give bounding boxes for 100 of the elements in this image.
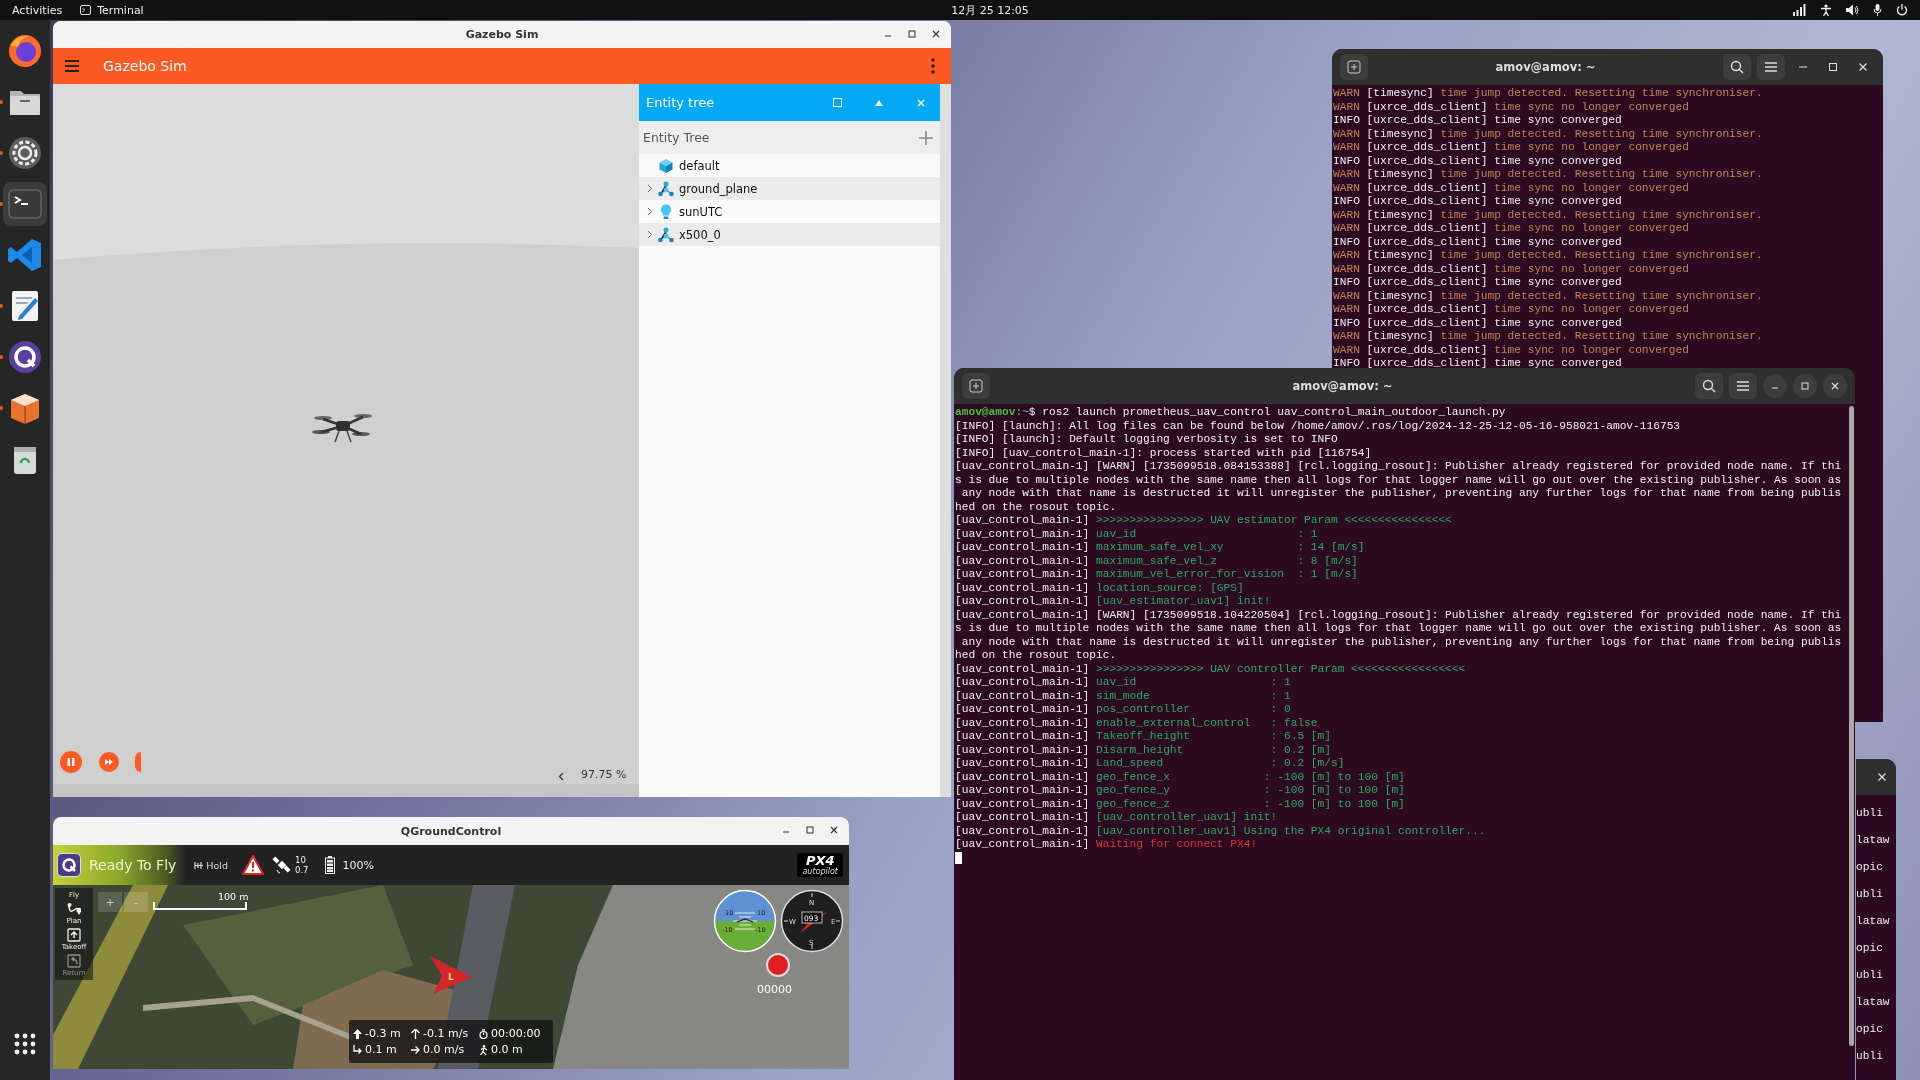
status-text: Ready To Fly [89, 857, 177, 873]
network-icon[interactable] [1793, 4, 1806, 16]
terminal-line: [uav_control_main-1] Takeoff_height : 6.5 [m] [955, 730, 1332, 744]
window-title: QGroundControl [400, 824, 502, 838]
chevron-icon[interactable] [647, 207, 653, 216]
stopwatch-icon [479, 1028, 488, 1039]
maximize-icon [907, 29, 917, 39]
app-title: Gazebo Sim [103, 58, 188, 74]
terminal-icon [7, 186, 43, 222]
close-icon [1877, 772, 1887, 782]
zoom-in-button[interactable]: + [98, 892, 122, 912]
kebab-icon [931, 58, 935, 74]
search-button[interactable] [1723, 54, 1751, 80]
terminal-line: opic [1856, 941, 1884, 956]
terminal-line: [uav_control_main-1] >>>>>>>>>>>>>>>> UAV controller Param <<<<<<<<<<<<<<<<< [955, 662, 1467, 676]
terminal-line: [uav_control_main-1] geo_fence_y : -100 [m] to 100 [m] [955, 784, 1406, 798]
menu-icon [64, 59, 80, 73]
right-arrow-icon [411, 1044, 420, 1055]
terminal-line: lataw [1856, 914, 1891, 929]
terminal-line: amov@amov:~$ ros2 launch prometheus_uav_control uav_control_main_outdoor_launch.py [955, 406, 1507, 420]
activities-button[interactable]: Activities [12, 3, 63, 17]
terminal-line: WARN [uxrce_dds_client] time sync no longer converged [1333, 262, 1690, 276]
terminal-line: [INFO] [launch]: All log files can be found below /home/amov/.ros/log/2024-12-25-12-05-16-958021-amov-116753 [955, 419, 1682, 433]
terminal-line: INFO [uxrce_dds_client] time sync converged [1333, 154, 1623, 168]
terminal-line: INFO [uxrce_dds_client] time sync converged [1333, 114, 1623, 128]
terminal-line: opic [1856, 1022, 1884, 1037]
fast-forward-icon [104, 757, 114, 767]
chevron-icon [558, 771, 564, 781]
cube-icon [658, 157, 674, 174]
terminal-line: lataw [1856, 833, 1891, 848]
scrollbar[interactable] [1849, 406, 1854, 1046]
logo-button[interactable] [57, 853, 81, 877]
flight-mode-button[interactable]: Hold [194, 859, 228, 871]
terminal-line: WARN [timesync] time jump detected. Resetting time synchroniser. [1333, 87, 1764, 101]
terminal-line: WARN [uxrce_dds_client] time sync no longer converged [1333, 181, 1690, 195]
terminal-line: [uav_control_main-1] geo_fence_z : -100 [m] to 100 [m] [955, 797, 1406, 811]
search-button[interactable] [1695, 373, 1723, 399]
vehicle-marker[interactable]: L [429, 955, 473, 995]
terminal-line: INFO [uxrce_dds_client] time sync converged [1333, 276, 1623, 290]
telemetry-value: 00:00:00 [491, 1027, 541, 1040]
battery-level: 100% [342, 858, 374, 872]
turn-arrow-icon [353, 1044, 362, 1055]
terminal-line: [uav_control_main-1] uav_id : 1 [955, 676, 1292, 690]
terminal-icon [80, 5, 92, 15]
speaker-icon[interactable] [1846, 4, 1859, 16]
menu-button[interactable] [1757, 54, 1785, 80]
window-title: Gazebo Sim [465, 28, 539, 41]
maximize-icon [1800, 381, 1810, 391]
close-icon [931, 29, 941, 39]
microphone-icon[interactable] [1873, 4, 1882, 16]
close-icon [1858, 62, 1868, 72]
minimize-button[interactable] [1763, 374, 1787, 398]
terminal-line: [uav_control_main-1] location_source: [GPS] [955, 581, 1245, 595]
tree-item[interactable]: x500_0 [639, 223, 940, 246]
terminal-line: WARN [timesync] time jump detected. Resetting time synchroniser. [1333, 289, 1764, 303]
scrollbar[interactable] [940, 84, 951, 797]
maximize-button[interactable] [1793, 374, 1817, 398]
real-time-factor: 97.75 % [581, 768, 627, 781]
maximize-icon [1828, 62, 1838, 72]
battery-icon[interactable] [324, 856, 335, 874]
bulb-icon [658, 203, 674, 220]
menu-button[interactable] [1729, 373, 1757, 399]
terminal-line: INFO [uxrce_dds_client] time sync converged [1333, 195, 1623, 209]
terminal-line: [uav_control_main-1] pos_controller : 0 [955, 703, 1292, 717]
collapse-button[interactable] [556, 770, 566, 782]
terminal-line: ubli [1856, 968, 1884, 983]
terminal-line: [uav_control_main-1] [WARN] [1735099518.104220504] [rcl.logging_rosout]: Publisher already registered for provided node name. If thi [955, 608, 1843, 622]
hdop-value: 0.7 [295, 865, 309, 875]
app-menu-button[interactable]: Terminal [80, 3, 144, 17]
clock[interactable]: 12月 25 12:05 [891, 2, 1029, 18]
close-button[interactable] [1823, 374, 1847, 398]
person-icon[interactable] [1820, 4, 1832, 16]
terminal-line: [uav_control_main-1] Waiting for connect PX4! [955, 838, 1259, 852]
browser-icon [7, 33, 43, 69]
terminal-line: s is due to multiple nodes with the same name then all logs for that logger name will go out over the existing publisher. As soon as [955, 473, 1843, 487]
status-indicator[interactable]: Ready To Fly [53, 845, 187, 885]
terminal-line: WARN [uxrce_dds_client] time sync no longer converged [1333, 303, 1690, 317]
route-icon [67, 902, 81, 916]
plus-icon [919, 130, 933, 145]
brand-name: PX4 [805, 854, 835, 867]
terminal-line: WARN [uxrce_dds_client] time sync no longer converged [1333, 100, 1690, 114]
menu-icon [1764, 61, 1778, 73]
satellite-icon[interactable] [272, 855, 292, 875]
chevron-icon[interactable] [647, 184, 653, 193]
pause-icon [66, 757, 76, 767]
menu-icon [1736, 380, 1750, 392]
tree-item[interactable]: ground_plane [639, 177, 940, 200]
code-editor-icon [7, 237, 43, 273]
new-tab-button[interactable] [962, 373, 990, 399]
warning-icon[interactable] [242, 855, 264, 875]
terminal-line: WARN [uxrce_dds_client] time sync no longer converged [1333, 222, 1690, 236]
power-icon[interactable] [1896, 4, 1908, 16]
search-icon [1730, 60, 1744, 74]
terminal-line: opic [1856, 860, 1884, 875]
search-icon [1702, 379, 1716, 393]
minimize-icon [1798, 66, 1808, 68]
chevron-icon[interactable] [647, 230, 653, 239]
new-tab-button[interactable] [1340, 54, 1368, 80]
terminal-line: any node with that name is destructed it will unregister the publisher, preventing any further logs for that name from being publis [960, 487, 1843, 501]
close-icon [829, 825, 839, 835]
